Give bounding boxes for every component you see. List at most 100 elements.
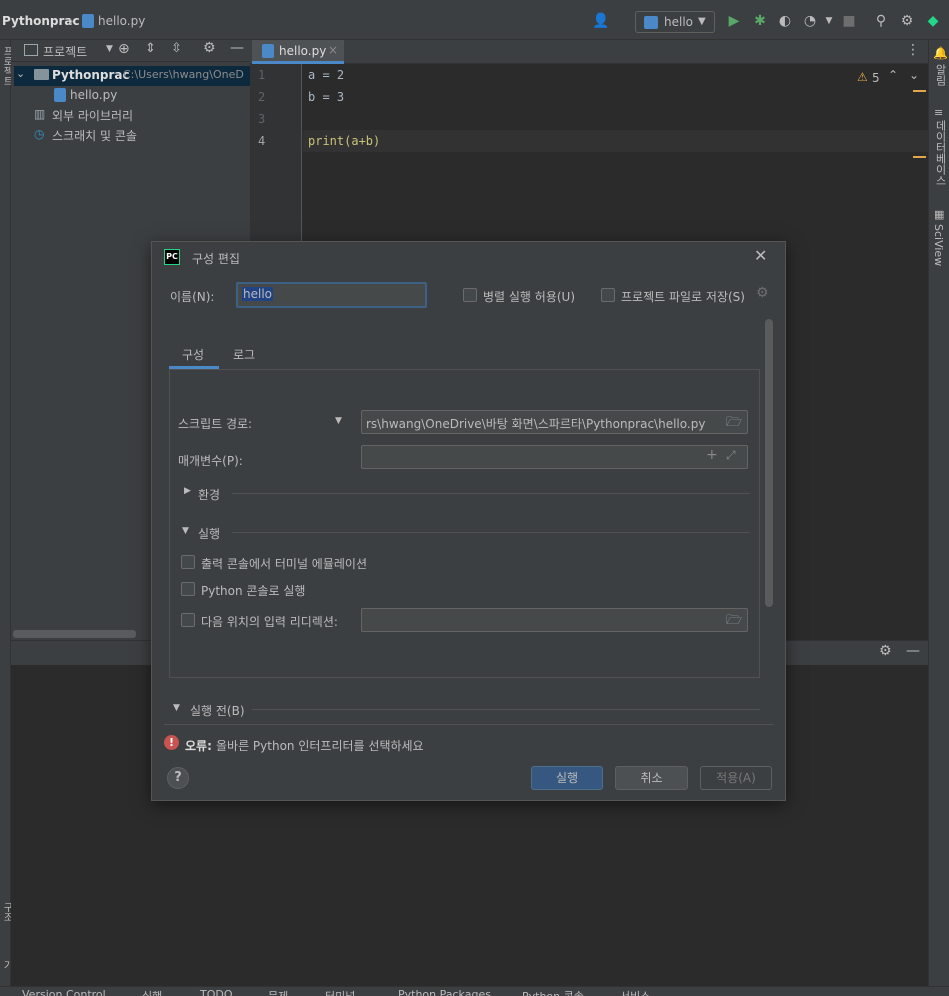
tree-external-libs-label: 외부 라이브러리 — [52, 109, 134, 123]
name-input[interactable]: hello — [236, 282, 427, 308]
tool-problems[interactable]: 문제 — [268, 988, 288, 996]
editor-tabs-bar: ⋮ — [250, 40, 928, 64]
breadcrumb-file[interactable]: hello.py — [98, 14, 145, 28]
run-icon[interactable]: ▶ — [725, 12, 743, 30]
parallel-run-label: 병렬 실행 허용(U) — [483, 290, 576, 304]
project-panel-title[interactable]: 프로젝트 — [43, 43, 87, 60]
tab-logs[interactable]: 로그 — [233, 346, 255, 363]
environment-section-label[interactable]: 환경 — [198, 486, 220, 503]
search-icon[interactable]: ⚲ — [872, 12, 890, 30]
line-number: 2 — [258, 90, 266, 104]
run-configuration-dialog: PC 구성 편집 ✕ 이름(N): hello 병렬 실행 허용(U) 프로젝트… — [151, 241, 786, 801]
execution-section-label[interactable]: 실행 — [198, 525, 220, 542]
editor-tab-label: hello.py — [279, 44, 327, 58]
tool-window-notifications[interactable]: 알림 — [932, 64, 948, 86]
more-options-icon[interactable]: ⋮ — [906, 42, 920, 58]
tool-todo[interactable]: TODO — [200, 988, 233, 996]
navigation-bar: Pythonprac › hello.py 👤 hello ▼ ▶ ✱ ◐ ◔ … — [0, 0, 949, 40]
error-stripe-marker[interactable] — [913, 156, 926, 158]
python-file-icon — [82, 14, 94, 28]
breadcrumb-project[interactable]: Pythonprac — [2, 14, 80, 28]
collapse-all-icon[interactable]: ⇳ — [171, 41, 182, 56]
apply-button[interactable]: 적용(A) — [700, 766, 772, 790]
tree-row-root[interactable]: ⌄ Pythonprac C:\Users\hwang\OneD — [14, 66, 250, 86]
expand-all-icon[interactable]: ⇕ — [145, 41, 156, 56]
section-divider — [252, 709, 760, 710]
redirect-input-field[interactable]: 🗁 — [361, 608, 748, 632]
profile-icon[interactable]: ◔ — [801, 12, 819, 30]
parameters-input[interactable]: + ⤢ — [361, 445, 748, 469]
gear-icon[interactable]: ⚙ — [756, 285, 769, 301]
vertical-scrollbar[interactable] — [765, 319, 773, 607]
next-highlight-icon[interactable]: ⌄ — [909, 68, 919, 82]
plus-icon[interactable]: + — [706, 447, 718, 463]
run-config-dropdown[interactable]: hello ▼ — [635, 11, 715, 33]
warning-count[interactable]: 5 — [872, 71, 880, 85]
user-icon[interactable]: 👤 — [592, 12, 610, 30]
script-path-input[interactable]: rs\hwang\OneDrive\바탕 화면\스파르타\Pythonprac\… — [361, 410, 748, 434]
hide-icon[interactable]: — — [906, 643, 920, 659]
tab-configuration[interactable]: 구성 — [182, 346, 204, 363]
chevron-down-icon[interactable]: ▼ — [106, 44, 113, 54]
tool-python-packages[interactable]: Python Packages — [398, 988, 491, 996]
tool-version-control[interactable]: Version Control — [22, 988, 106, 996]
code-line[interactable]: a = 2 — [308, 68, 344, 82]
previous-highlight-icon[interactable]: ⌃ — [888, 68, 898, 82]
chevron-down-icon[interactable]: ▼ — [335, 416, 342, 426]
horizontal-scrollbar[interactable] — [13, 630, 136, 638]
chevron-down-icon[interactable]: ⌄ — [16, 67, 25, 80]
settings-gear-icon[interactable]: ⚙ — [898, 12, 916, 30]
expand-icon[interactable]: ⤢ — [726, 448, 736, 463]
folder-icon[interactable]: 🗁 — [726, 413, 742, 435]
emulate-terminal-checkbox[interactable] — [181, 555, 195, 569]
run-button[interactable]: 실행 — [531, 766, 603, 790]
run-with-python-console-checkbox[interactable] — [181, 582, 195, 596]
tool-terminal[interactable]: 터미널 — [325, 988, 355, 996]
folder-icon[interactable]: 🗁 — [726, 611, 742, 633]
close-icon[interactable]: ✕ — [754, 246, 767, 265]
gear-icon[interactable]: ⚙ — [879, 643, 892, 659]
chevron-down-icon[interactable]: ▼ — [182, 526, 189, 536]
script-path-label: 스크립트 경로: — [178, 417, 253, 431]
help-button[interactable]: ? — [167, 767, 189, 789]
coverage-icon[interactable]: ◐ — [776, 12, 794, 30]
parallel-run-checkbox[interactable] — [463, 288, 477, 302]
tree-scratches-label: 스크래치 및 콘솔 — [52, 129, 137, 143]
locate-icon[interactable]: ⊕ — [118, 41, 130, 57]
tool-python-console[interactable]: Python 콘솔 — [522, 988, 584, 996]
chevron-right-icon[interactable]: ▶ — [184, 486, 191, 496]
warning-icon[interactable]: ⚠ — [857, 70, 868, 84]
tool-window-database[interactable]: 데이터베이스 — [932, 120, 948, 186]
redirect-input-checkbox[interactable] — [181, 613, 195, 627]
editor-tab-hello[interactable]: hello.py × — [252, 40, 344, 64]
emulate-terminal-label: 출력 콘솔에서 터미널 에뮬레이션 — [201, 557, 368, 571]
pycharm-icon: PC — [164, 249, 180, 265]
cancel-button[interactable]: 취소 — [615, 766, 688, 790]
tool-run[interactable]: 실행 — [142, 988, 162, 996]
stop-icon[interactable]: ■ — [840, 12, 858, 30]
run-with-python-console-label: Python 콘솔로 실행 — [201, 584, 306, 598]
section-divider — [232, 493, 750, 494]
project-view-icon — [24, 44, 38, 56]
database-icon: ≡ — [934, 106, 944, 119]
tool-window-sciview[interactable]: SciView — [932, 224, 945, 266]
dialog-title: 구성 편집 — [192, 252, 240, 266]
parameters-label: 매개변수(P): — [178, 454, 243, 468]
gear-icon[interactable]: ⚙ — [203, 40, 216, 56]
before-launch-label[interactable]: 실행 전(B) — [190, 702, 245, 719]
error-stripe-marker[interactable] — [913, 90, 926, 92]
code-line[interactable]: b = 3 — [308, 90, 344, 104]
name-input-value: hello — [242, 287, 273, 301]
debug-icon[interactable]: ✱ — [751, 12, 769, 30]
code-line[interactable]: print(a+b) — [308, 134, 380, 148]
sciview-icon: ▦ — [934, 208, 945, 221]
store-as-file-checkbox[interactable] — [601, 288, 615, 302]
chevron-down-icon[interactable]: ▼ — [173, 703, 180, 713]
more-run-chevron-icon[interactable]: ▼ — [820, 12, 838, 30]
folder-icon — [34, 69, 49, 80]
hide-icon[interactable]: — — [230, 40, 244, 56]
close-icon[interactable]: × — [328, 43, 338, 57]
bell-icon[interactable]: 🔔 — [933, 46, 948, 60]
tool-services[interactable]: 서비스 — [620, 988, 650, 996]
library-icon: ▥ — [34, 107, 46, 121]
